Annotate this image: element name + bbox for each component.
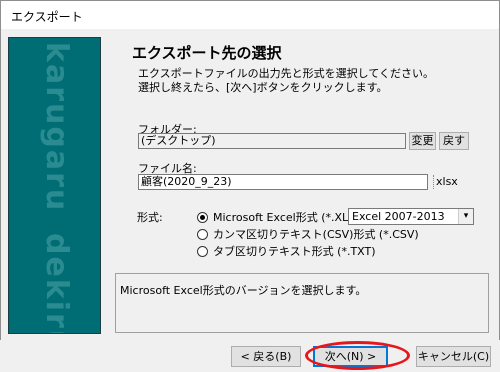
reset-folder-button[interactable]: 戻す	[439, 132, 469, 150]
file-extension: xlsx	[433, 175, 458, 189]
chevron-down-icon[interactable]: ▾	[458, 209, 473, 224]
radio-unchecked-icon	[197, 245, 208, 257]
title-bar: エクスポート	[0, 0, 500, 29]
excel-version-value: Excel 2007-2013	[352, 210, 445, 223]
info-text: Microsoft Excel形式のバージョンを選択します。	[120, 284, 367, 297]
radio-unchecked-icon	[197, 228, 208, 240]
info-box: Microsoft Excel形式のバージョンを選択します。	[115, 273, 489, 333]
format-option-csv[interactable]: カンマ区切りテキスト(CSV)形式 (*.CSV)	[197, 226, 419, 242]
description-line-2: 選択し終えたら、[次へ]ボタンをクリックします。	[138, 81, 388, 94]
brand-word-bottom: dekiru	[39, 233, 74, 334]
format-option-txt-label: タブ区切りテキスト形式 (*.TXT)	[213, 245, 376, 258]
back-button[interactable]: < 戻る(B)	[231, 346, 301, 367]
brand-word-top: karugaru	[39, 42, 74, 213]
cancel-button[interactable]: キャンセル(C)	[416, 346, 491, 367]
description-line-1: エクスポートファイルの出力先と形式を選択してください。	[138, 67, 435, 80]
excel-version-select[interactable]: Excel 2007-2013 ▾	[348, 208, 474, 225]
page-description: エクスポートファイルの出力先と形式を選択してください。 選択し終えたら、[次へ]…	[138, 67, 434, 95]
next-button[interactable]: 次へ(N) >	[313, 346, 388, 367]
radio-checked-icon	[197, 211, 208, 223]
side-brand-panel: karugaru dekiru	[8, 37, 101, 334]
format-label: 形式:	[137, 211, 163, 224]
format-option-excel-label: Microsoft Excel形式 (*.XLS)	[213, 211, 360, 224]
format-option-excel[interactable]: Microsoft Excel形式 (*.XLS)	[197, 209, 359, 225]
page-title: エクスポート先の選択	[132, 44, 282, 62]
filename-field[interactable]: 顧客(2020_9_23)	[138, 174, 428, 190]
folder-field[interactable]: (デスクトップ)	[138, 133, 406, 149]
window-title: エクスポート	[11, 10, 83, 24]
format-option-csv-label: カンマ区切りテキスト(CSV)形式 (*.CSV)	[213, 228, 419, 241]
change-folder-button[interactable]: 変更	[409, 132, 436, 150]
format-option-txt[interactable]: タブ区切りテキスト形式 (*.TXT)	[197, 243, 376, 259]
